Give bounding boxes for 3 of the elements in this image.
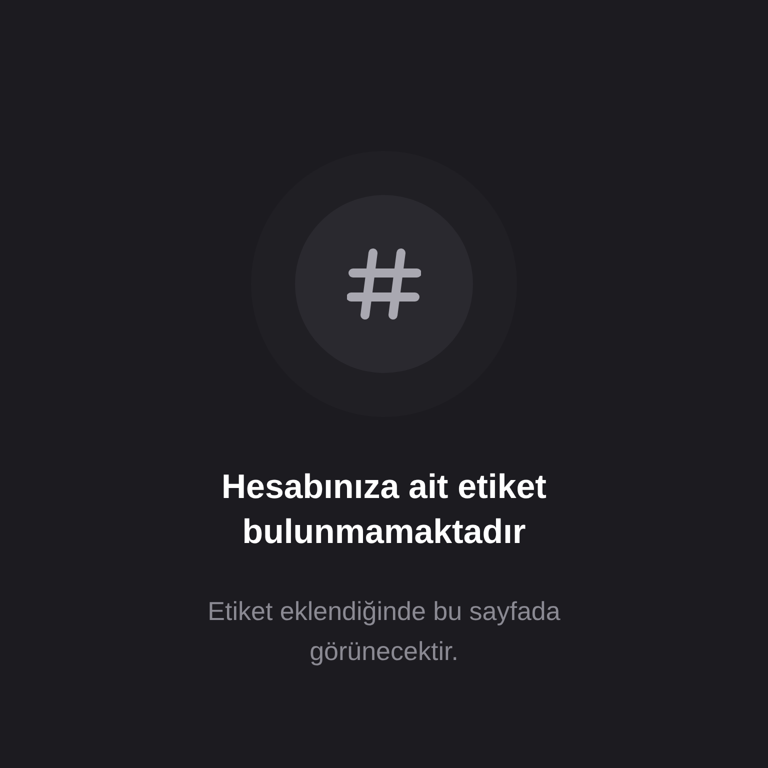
hash-icon xyxy=(347,247,421,321)
empty-message: Etiket eklendiğinde bu sayfada görünecektir. xyxy=(206,595,562,668)
empty-title: Hesabınıza ait etiket bulunmamaktadır xyxy=(220,467,548,553)
